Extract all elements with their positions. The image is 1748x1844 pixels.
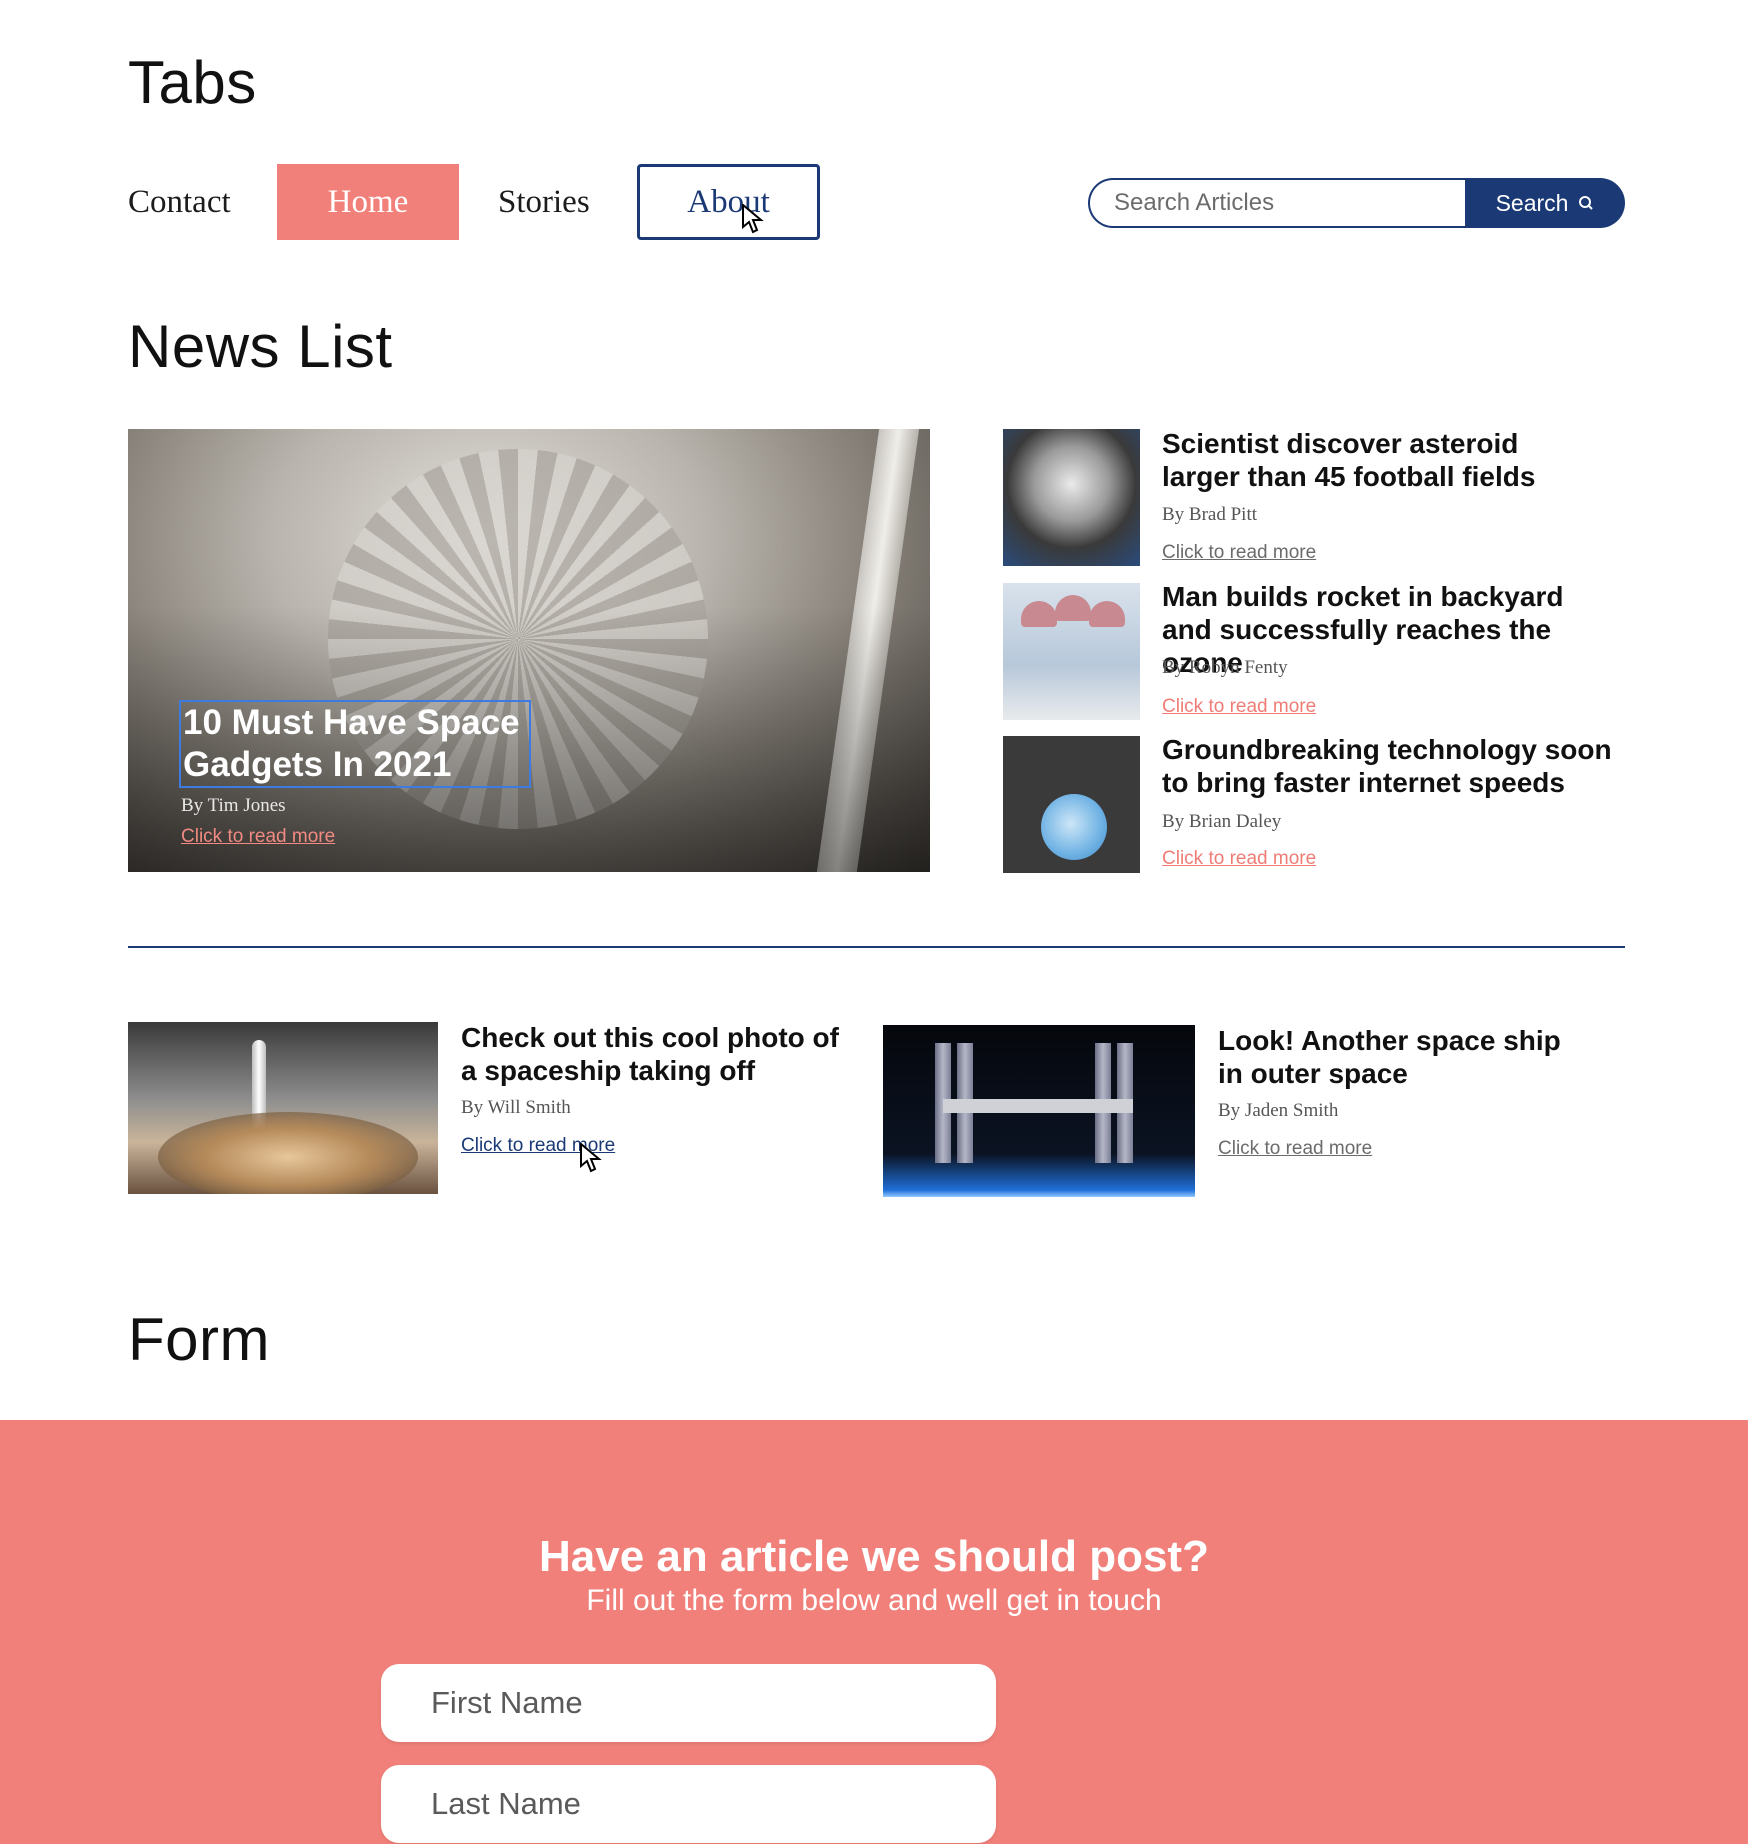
read-more-link[interactable]: Click to read more [1162, 542, 1316, 564]
tab-contact[interactable]: Contact [128, 164, 244, 240]
tab-home[interactable]: Home [277, 164, 459, 240]
article-author: By Brian Daley [1162, 811, 1282, 832]
article-author: By Brad Pitt [1162, 504, 1258, 525]
form-heading: Have an article we should post? [539, 1532, 1209, 1581]
form-subheading: Fill out the form below and well get in … [586, 1584, 1162, 1617]
article-thumbnail[interactable] [1003, 583, 1140, 720]
section-divider [128, 946, 1625, 948]
search-icon [1578, 190, 1594, 217]
featured-article-author: By Tim Jones [181, 795, 286, 816]
article-title[interactable]: Look! Another space ship in outer space [1218, 1024, 1578, 1090]
last-name-field[interactable] [381, 1765, 996, 1843]
read-more-link[interactable]: Click to read more [1218, 1138, 1372, 1160]
read-more-link[interactable]: Click to read more [1162, 696, 1316, 718]
tab-about[interactable]: About [637, 164, 820, 240]
article-author: By Jaden Smith [1218, 1100, 1339, 1121]
search-button[interactable]: Search [1465, 178, 1625, 228]
article-title[interactable]: Scientist discover asteroid larger than … [1162, 427, 1582, 493]
read-more-link[interactable]: Click to read more [1162, 848, 1316, 870]
search-bar: Search [1088, 178, 1625, 228]
article-author: By Will Smith [461, 1097, 571, 1118]
article-thumbnail[interactable] [1003, 736, 1140, 873]
tab-stories[interactable]: Stories [498, 164, 600, 240]
article-thumbnail[interactable] [883, 1025, 1195, 1197]
tabs-section-title: Tabs [128, 49, 257, 116]
featured-article-title[interactable]: 10 Must Have Space Gadgets In 2021 [179, 700, 531, 788]
article-title[interactable]: Groundbreaking technology soon to bring … [1162, 733, 1612, 799]
search-input[interactable] [1088, 178, 1465, 228]
article-author: By Robyn Fenty [1162, 657, 1288, 678]
news-section-title: News List [128, 313, 393, 380]
article-thumbnail[interactable] [1003, 429, 1140, 566]
article-title[interactable]: Check out this cool photo of a spaceship… [461, 1021, 841, 1087]
search-button-label: Search [1495, 189, 1569, 216]
article-thumbnail[interactable] [128, 1022, 438, 1194]
featured-read-more-link[interactable]: Click to read more [181, 826, 335, 848]
first-name-field[interactable] [381, 1664, 996, 1742]
form-section-title: Form [128, 1306, 270, 1373]
